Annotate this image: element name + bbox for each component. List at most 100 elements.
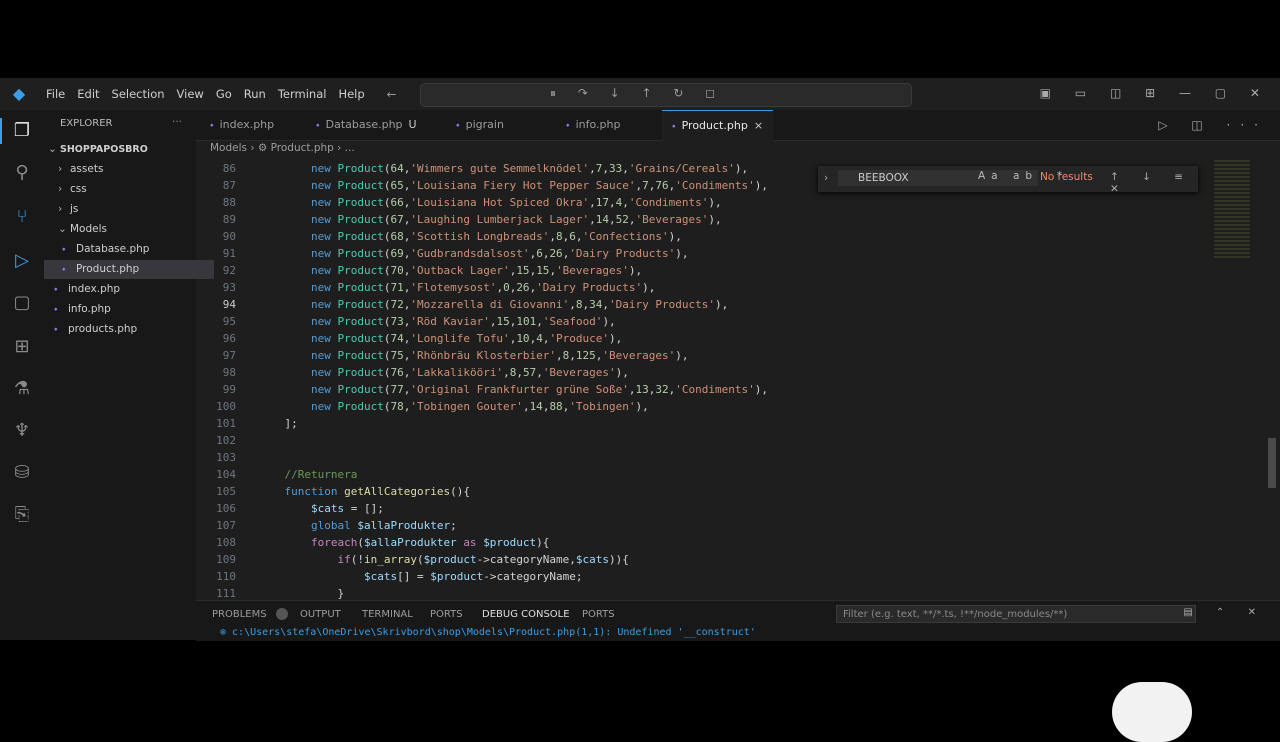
code-line[interactable]: 88 new Product(66,'Louisiana Hot Spiced … [196, 194, 722, 211]
panel-tab-terminal[interactable]: TERMINAL [362, 609, 413, 620]
flask-icon[interactable]: ⚗ [9, 376, 35, 402]
source-control-icon[interactable]: ⑂ [9, 204, 35, 230]
code-line[interactable]: 105 function getAllCategories(){ [196, 483, 470, 500]
menu-edit[interactable]: Edit [71, 87, 105, 101]
tab-product-php[interactable]: ⬩ Product.php × [662, 110, 774, 141]
tree-item-models[interactable]: ⌄ Models [44, 220, 210, 239]
search-icon[interactable]: ⚲ [9, 160, 35, 186]
vertical-scrollbar[interactable] [1268, 438, 1276, 488]
more-actions-icon[interactable]: ··· [172, 116, 182, 128]
code-editor[interactable]: 86 new Product(64,'Wimmers gute Semmelkn… [196, 160, 1206, 600]
code-text: new Product(78,'Tobingen Gouter',14,88,'… [310, 400, 649, 413]
extensions-icon[interactable]: ⊞ [9, 334, 35, 360]
editor-actions-icons[interactable]: ▷ ◫ ··· [1158, 118, 1268, 132]
toggle-replace-icon[interactable]: › [824, 172, 828, 184]
tree-icon[interactable]: ♆ [9, 418, 35, 444]
tree-root[interactable]: ⌄ SHOPPAPOSBRO [44, 140, 200, 159]
breadcrumb[interactable]: Models › ⚙ Product.php › ... [210, 142, 355, 154]
code-line[interactable]: 108 foreach($allaProdukter as $product){ [196, 534, 549, 551]
tree-item-product-php[interactable]: ⬩ Product.php [44, 260, 214, 279]
window-layout-icons[interactable]: ▣ ▭ ◫ ⊞ — ▢ ✕ [1040, 86, 1270, 100]
code-text: function getAllCategories(){ [284, 485, 470, 498]
menu-view[interactable]: View [171, 87, 210, 101]
code-text: //Returnera [258, 468, 358, 481]
code-line[interactable]: 91 new Product(69,'Gudbrandsdalsost',6,2… [196, 245, 689, 262]
remote-explorer-icon[interactable]: ▢ [9, 290, 35, 316]
problem-entry[interactable]: ⊗ c:\Users\stefa\OneDrive\Skrivbord\shop… [220, 627, 756, 638]
panel-tab-problems[interactable]: PROBLEMS [212, 609, 267, 620]
code-line[interactable]: 110 $cats[] = $product->categoryName; [196, 568, 583, 585]
tab-index-php[interactable]: ⬩ index.php [200, 110, 284, 140]
run-debug-icon[interactable]: ▷ [9, 248, 35, 274]
code-line[interactable]: 107 global $allaProdukter; [196, 517, 457, 534]
code-line[interactable]: 94 new Product(72,'Mozzarella di Giovann… [196, 296, 729, 313]
code-line[interactable]: 92 new Product(70,'Outback Lager',15,15,… [196, 262, 642, 279]
tree-root-label: SHOPPAPOSBRO [60, 144, 148, 155]
line-number: 102 [216, 434, 236, 447]
tab-label: Product.php [681, 119, 748, 132]
code-text: new Product(66,'Louisiana Hot Spiced Okr… [310, 196, 722, 209]
code-line[interactable]: 87 new Product(65,'Louisiana Fiery Hot P… [196, 177, 768, 194]
menu-run[interactable]: Run [238, 87, 272, 101]
tree-item-index-php[interactable]: ⬩ index.php [44, 280, 206, 299]
code-line[interactable]: 89 new Product(67,'Laughing Lumberjack L… [196, 211, 722, 228]
panel-tab-ports-2[interactable]: PORTS [582, 609, 615, 620]
code-line[interactable]: 97 new Product(75,'Rhönbräu Klosterbier'… [196, 347, 689, 364]
tree-item-label: js [70, 203, 79, 215]
code-line[interactable]: 96 new Product(74,'Longlife Tofu',10,4,'… [196, 330, 623, 347]
code-line[interactable]: 98 new Product(76,'Lakkalikööri',8,57,'B… [196, 364, 629, 381]
tree-item-label: index.php [68, 283, 121, 295]
code-text: $cats[] = $product->categoryName; [363, 570, 583, 583]
code-line[interactable]: 101 ]; [196, 415, 298, 432]
code-line[interactable]: 106 $cats = []; [196, 500, 384, 517]
panel-tab-output[interactable]: OUTPUT [300, 609, 341, 620]
tree-item-label: Database.php [76, 243, 150, 255]
menu-selection[interactable]: Selection [106, 87, 171, 101]
tree-item-js[interactable]: › js [44, 200, 210, 219]
code-line[interactable]: 109 if(!in_array($product->categoryName,… [196, 551, 629, 568]
code-text: global $allaProdukter; [310, 519, 457, 532]
tree-item-products-php[interactable]: ⬩ products.php [44, 320, 206, 339]
debug-toolbar-icons[interactable]: ⏸ ↷ ↓ ↑ ↻ ◻ [550, 86, 724, 101]
panel-tab-ports[interactable]: PORTS [430, 609, 463, 620]
problems-count-badge [276, 608, 288, 620]
code-line[interactable]: 104 //Returnera [196, 466, 357, 483]
line-number: 105 [216, 485, 236, 498]
code-line[interactable]: 86 new Product(64,'Wimmers gute Semmelkn… [196, 160, 748, 177]
tab-info-php[interactable]: ⬩ info.php [556, 110, 630, 140]
tree-item-database-php[interactable]: ⬩ Database.php [44, 240, 214, 259]
code-line[interactable]: 93 new Product(71,'Flotemysost',0,26,'Da… [196, 279, 656, 296]
find-nav-icons[interactable]: ↑ ↓ ≡ ✕ [1110, 171, 1198, 195]
line-number: 87 [222, 179, 236, 192]
panel-tab-debug-console[interactable]: DEBUG CONSOLE [482, 609, 570, 620]
panel-actions-icons[interactable]: ▤ ⌃ ✕ [1183, 607, 1266, 618]
code-line[interactable]: 99 new Product(77,'Original Frankfurter … [196, 381, 768, 398]
code-line[interactable]: 90 new Product(68,'Scottish Longbreads',… [196, 228, 682, 245]
database-icon[interactable]: ⛁ [9, 460, 35, 486]
line-number: 89 [222, 213, 236, 226]
close-tab-icon[interactable]: × [754, 119, 763, 132]
code-line[interactable]: 100 new Product(78,'Tobingen Gouter',14,… [196, 398, 649, 415]
menu-go[interactable]: Go [210, 87, 238, 101]
code-line[interactable]: 102 [196, 432, 258, 449]
chevron-right-icon: › [58, 183, 63, 195]
explorer-icon[interactable]: ❐ [0, 118, 35, 144]
tab-status: U [408, 118, 417, 131]
tab-pigrain[interactable]: ⬩ pigrain [446, 110, 514, 140]
code-text: } [258, 587, 345, 600]
menu-help[interactable]: Help [332, 87, 370, 101]
tree-item-info-php[interactable]: ⬩ info.php [44, 300, 206, 319]
menu-file[interactable]: File [40, 87, 71, 101]
minimap[interactable] [1206, 160, 1270, 600]
tree-item-assets[interactable]: › assets [44, 160, 210, 179]
code-line[interactable]: 103 [196, 449, 258, 466]
clipboard-icon[interactable]: ⎘ [9, 502, 35, 528]
line-number: 91 [222, 247, 236, 260]
code-line[interactable]: 95 new Product(73,'Röd Kaviar',15,101,'S… [196, 313, 616, 330]
tab-database-php[interactable]: ⬩ Database.php U [306, 110, 427, 140]
panel-filter-input[interactable]: Filter (e.g. text, **/*.ts, !**/node_mod… [836, 605, 1196, 623]
line-number: 96 [222, 332, 236, 345]
tree-item-css[interactable]: › css [44, 180, 210, 199]
explorer-title: EXPLORER [60, 118, 113, 129]
menu-terminal[interactable]: Terminal [272, 87, 333, 101]
